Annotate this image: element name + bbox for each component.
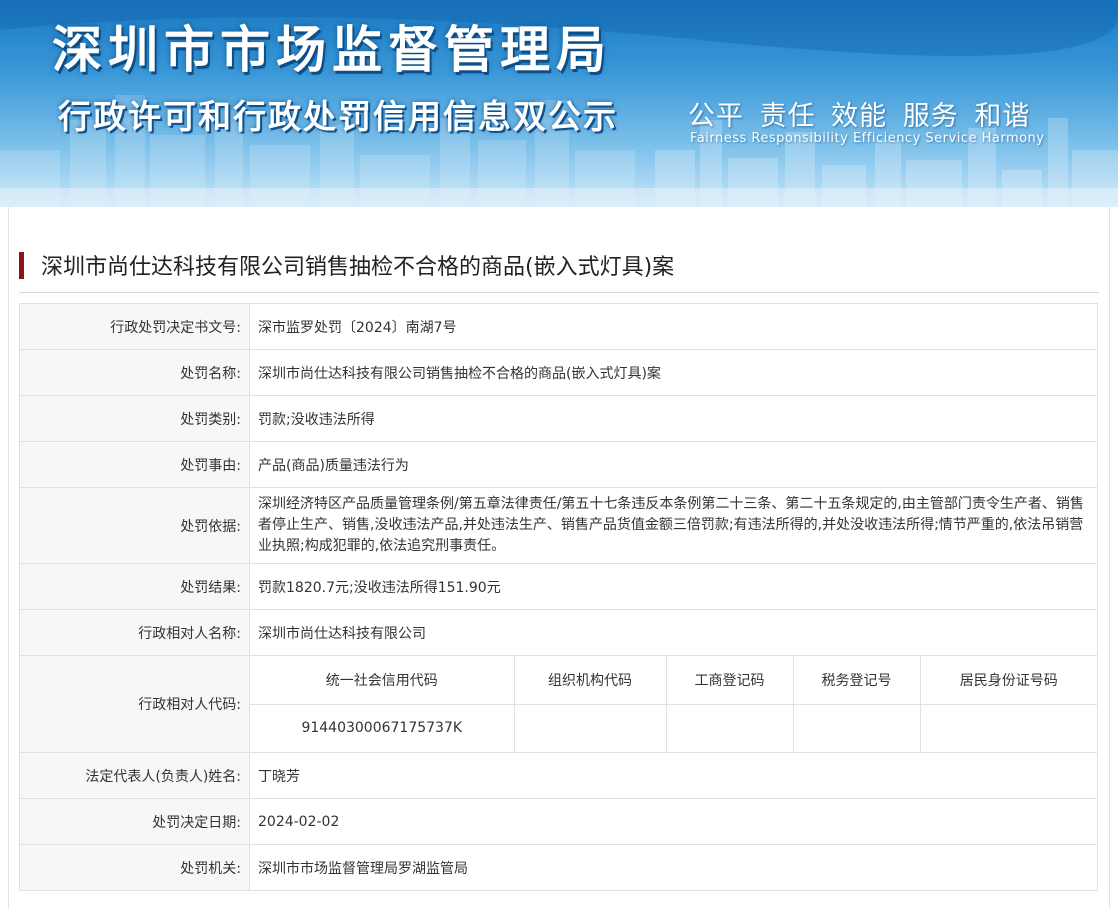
field-label: 处罚结果: bbox=[19, 563, 250, 610]
table-row: 处罚结果: 罚款1820.7元;没收违法所得151.90元 bbox=[19, 563, 1098, 610]
table-row: 行政相对人代码: 统一社会信用代码 组织机构代码 工商登记码 税务登记号 居民身… bbox=[19, 655, 1098, 753]
code-value bbox=[513, 703, 667, 752]
field-label: 行政处罚决定书文号: bbox=[19, 303, 250, 350]
table-row: 处罚依据: 深圳经济特区产品质量管理条例/第五章法律责任/第五十七条违反本条例第… bbox=[19, 487, 1098, 564]
code-header-row: 统一社会信用代码 组织机构代码 工商登记码 税务登记号 居民身份证号码 bbox=[250, 656, 1097, 705]
code-value: 91440300067175737K bbox=[250, 703, 515, 752]
field-value: 2024-02-02 bbox=[249, 798, 1098, 845]
banner-slogan-english: Fairness Responsibility Efficiency Servi… bbox=[690, 131, 1045, 146]
field-value: 深圳市市场监督管理局罗湖监管局 bbox=[249, 844, 1098, 891]
field-value: 罚款;没收违法所得 bbox=[249, 395, 1098, 442]
field-label: 处罚事由: bbox=[19, 441, 250, 488]
main-content: 深圳市尚仕达科技有限公司销售抽检不合格的商品(嵌入式灯具)案 行政处罚决定书文号… bbox=[8, 207, 1110, 908]
code-header: 税务登记号 bbox=[792, 656, 921, 705]
field-label: 处罚机关: bbox=[19, 844, 250, 891]
party-code-table: 统一社会信用代码 组织机构代码 工商登记码 税务登记号 居民身份证号码 9144… bbox=[250, 656, 1097, 752]
title-accent-bar bbox=[19, 252, 24, 279]
field-label: 行政相对人代码: bbox=[19, 655, 250, 753]
field-label: 行政相对人名称: bbox=[19, 609, 250, 656]
code-value bbox=[792, 703, 921, 752]
field-label: 处罚依据: bbox=[19, 487, 250, 564]
table-row: 法定代表人(负责人)姓名: 丁晓芳 bbox=[19, 752, 1098, 799]
party-code-cell: 统一社会信用代码 组织机构代码 工商登记码 税务登记号 居民身份证号码 9144… bbox=[249, 655, 1098, 753]
field-value: 丁晓芳 bbox=[249, 752, 1098, 799]
table-row: 处罚机关: 深圳市市场监督管理局罗湖监管局 bbox=[19, 844, 1098, 891]
penalty-info-table: 行政处罚决定书文号: 深市监罗处罚〔2024〕南湖7号 处罚名称: 深圳市尚仕达… bbox=[19, 303, 1098, 891]
field-value: 产品(商品)质量违法行为 bbox=[249, 441, 1098, 488]
field-label: 处罚类别: bbox=[19, 395, 250, 442]
code-header: 居民身份证号码 bbox=[919, 656, 1097, 705]
banner-title: 深圳市市场监督管理局 bbox=[52, 21, 612, 79]
case-title: 深圳市尚仕达科技有限公司销售抽检不合格的商品(嵌入式灯具)案 bbox=[41, 255, 675, 280]
field-label: 处罚决定日期: bbox=[19, 798, 250, 845]
field-value: 深圳市尚仕达科技有限公司 bbox=[249, 609, 1098, 656]
table-row: 处罚名称: 深圳市尚仕达科技有限公司销售抽检不合格的商品(嵌入式灯具)案 bbox=[19, 349, 1098, 396]
table-row: 行政相对人名称: 深圳市尚仕达科技有限公司 bbox=[19, 609, 1098, 656]
table-row: 处罚事由: 产品(商品)质量违法行为 bbox=[19, 441, 1098, 488]
code-header: 组织机构代码 bbox=[513, 656, 667, 705]
banner-slogan: 公平 责任 效能 服务 和谐 bbox=[688, 101, 1031, 132]
field-value: 深圳经济特区产品质量管理条例/第五章法律责任/第五十七条违反本条例第二十三条、第… bbox=[249, 487, 1098, 564]
field-label: 处罚名称: bbox=[19, 349, 250, 396]
table-row: 处罚类别: 罚款;没收违法所得 bbox=[19, 395, 1098, 442]
code-value bbox=[665, 703, 794, 752]
table-row: 处罚决定日期: 2024-02-02 bbox=[19, 798, 1098, 845]
field-label: 法定代表人(负责人)姓名: bbox=[19, 752, 250, 799]
code-value-row: 91440300067175737K bbox=[250, 703, 1097, 752]
code-header: 工商登记码 bbox=[665, 656, 794, 705]
field-value: 罚款1820.7元;没收违法所得151.90元 bbox=[249, 563, 1098, 610]
case-title-block: 深圳市尚仕达科技有限公司销售抽检不合格的商品(嵌入式灯具)案 bbox=[19, 247, 1099, 293]
field-value: 深市监罗处罚〔2024〕南湖7号 bbox=[249, 303, 1098, 350]
banner-subtitle: 行政许可和行政处罚信用信息双公示 bbox=[58, 97, 618, 136]
header-banner: 深圳市市场监督管理局 行政许可和行政处罚信用信息双公示 公平 责任 效能 服务 … bbox=[0, 0, 1118, 207]
field-value: 深圳市尚仕达科技有限公司销售抽检不合格的商品(嵌入式灯具)案 bbox=[249, 349, 1098, 396]
code-header: 统一社会信用代码 bbox=[250, 656, 515, 705]
table-row: 行政处罚决定书文号: 深市监罗处罚〔2024〕南湖7号 bbox=[19, 303, 1098, 350]
code-value bbox=[919, 703, 1097, 752]
